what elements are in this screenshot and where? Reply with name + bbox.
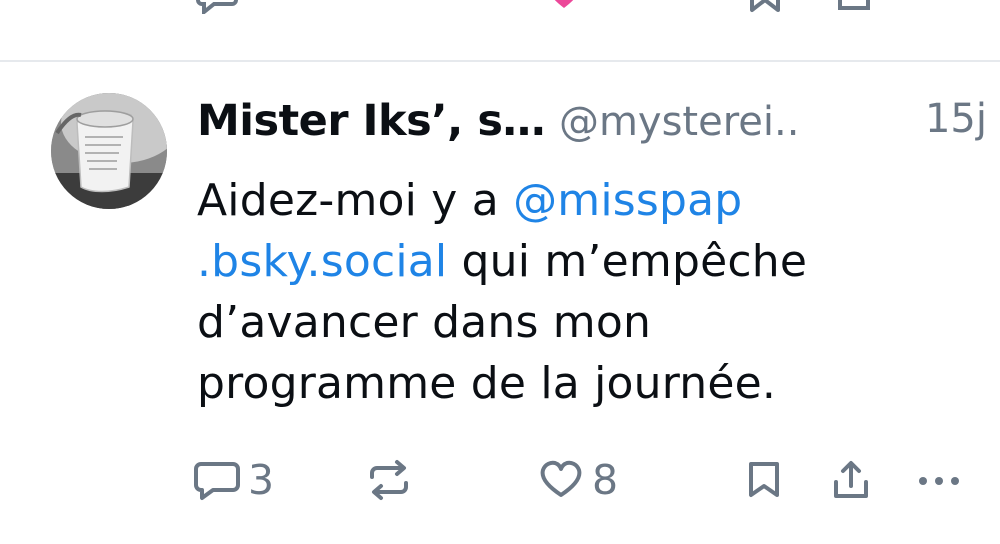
like-count: 8 <box>592 456 619 504</box>
like-button[interactable]: 8 <box>538 450 618 510</box>
bookmark-icon <box>749 462 779 497</box>
mention-link-continued[interactable]: .bsky.social <box>197 236 447 287</box>
share-icon <box>838 0 870 10</box>
post-text-segment: qui m’empêche <box>447 236 808 287</box>
more-options-button[interactable] <box>914 450 964 510</box>
repost-button[interactable] <box>366 450 412 510</box>
reply-count: 3 <box>248 456 275 504</box>
post-text-segment: Aidez-moi y a <box>197 175 514 226</box>
previous-share-button[interactable] <box>836 0 872 14</box>
mention-link[interactable]: @misspap <box>513 175 742 226</box>
previous-bookmark-button[interactable] <box>748 0 782 14</box>
author-avatar[interactable] <box>51 93 167 209</box>
post-text-line-3: d’avancer dans mon <box>197 297 652 348</box>
post-text-line-1: Aidez-moi y a @misspap <box>197 170 957 231</box>
author-handle[interactable]: @mysterei.. <box>559 99 800 145</box>
author-display-name[interactable]: Mister Iks’, s… <box>197 96 545 146</box>
avatar-image <box>51 93 167 209</box>
previous-reply-button[interactable] <box>196 0 240 14</box>
post-text: Aidez-moi y a @misspap .bsky.social qui … <box>197 170 957 414</box>
post-timestamp[interactable]: 15j <box>925 96 987 142</box>
bookmark-button[interactable] <box>744 450 784 510</box>
previous-like-button[interactable] <box>544 0 584 10</box>
feed-screen: Mister Iks’, s… @mysterei.. 15j Aidez-moi… <box>0 0 1000 544</box>
ellipsis-icon <box>919 477 959 485</box>
heart-icon <box>540 460 582 497</box>
repost-arrows-icon <box>370 460 408 500</box>
reply-button[interactable]: 3 <box>194 450 274 510</box>
post-text-line-4: programme de la journée. <box>197 358 777 409</box>
post-text-line-2: .bsky.social qui m’empêche <box>197 231 957 292</box>
post-actions: 3 8 <box>0 450 1000 520</box>
post-header: Mister Iks’, s… @mysterei.. 15j <box>197 96 987 156</box>
share-icon <box>834 461 868 498</box>
post-divider <box>0 60 1000 62</box>
bookmark-icon <box>750 0 780 12</box>
previous-post-actions <box>0 0 1000 14</box>
share-button[interactable] <box>830 450 872 510</box>
speech-bubble-icon <box>194 462 240 500</box>
heart-icon <box>554 0 574 8</box>
speech-bubble-icon <box>196 0 238 14</box>
